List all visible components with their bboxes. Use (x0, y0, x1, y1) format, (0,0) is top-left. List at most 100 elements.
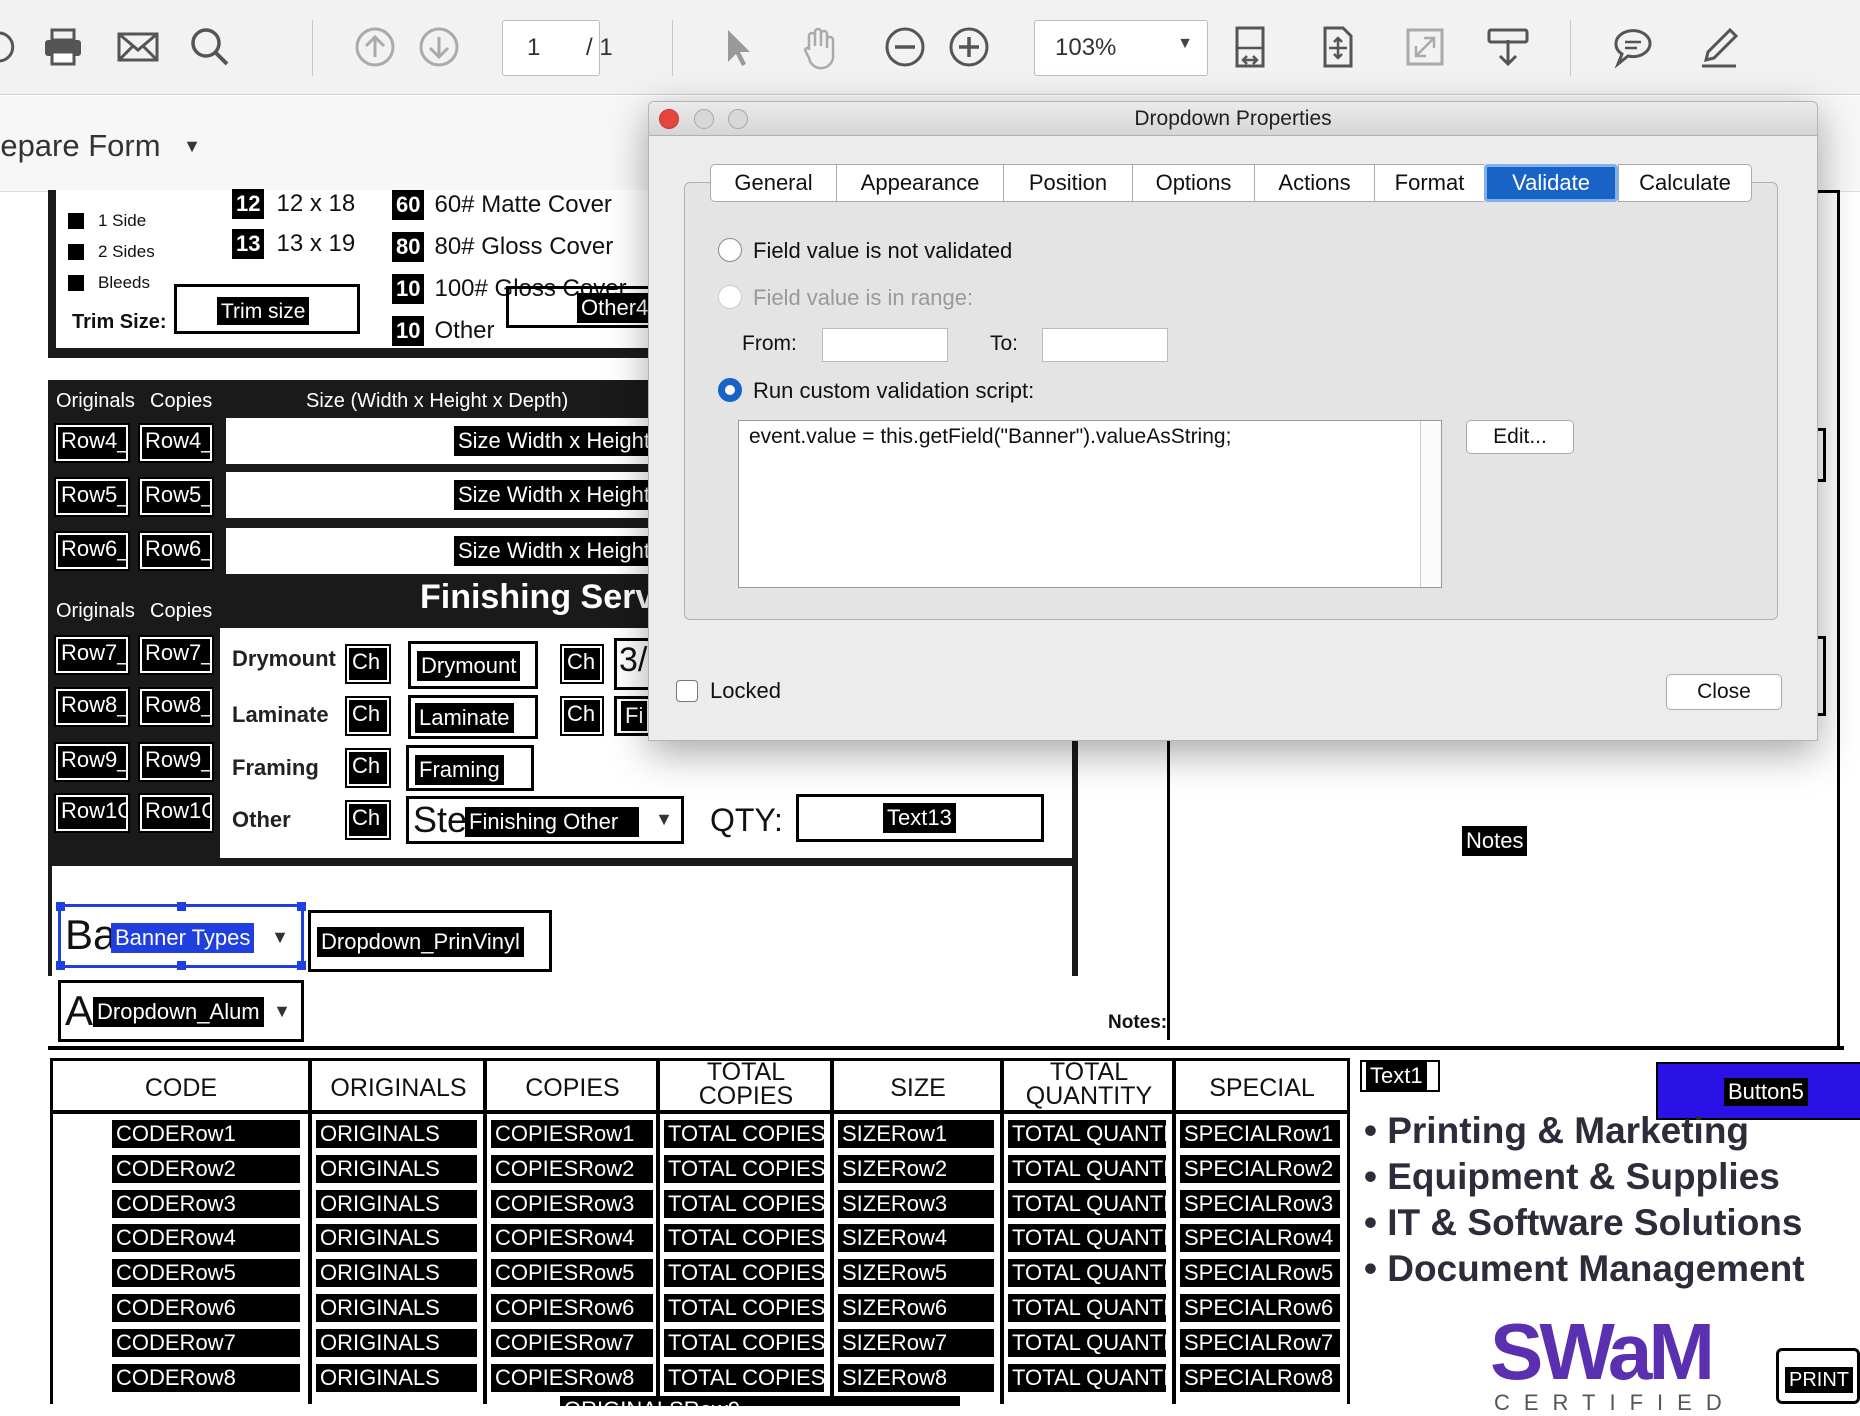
qty-field[interactable]: Text13 (883, 803, 956, 833)
laminate-field[interactable]: Laminate (415, 703, 514, 733)
selection-handle[interactable] (297, 961, 306, 970)
text1-box[interactable]: Text1 (1360, 1060, 1440, 1092)
table-cell[interactable]: TOTAL QUANTI (1008, 1224, 1166, 1253)
other-paper-box[interactable]: Other4 (506, 286, 653, 328)
table-cell[interactable]: SPECIALRow1 (1180, 1120, 1340, 1148)
finishing-other-dropdown[interactable]: Ste Finishing Other ▼ (406, 796, 684, 844)
row10-originals[interactable]: Row1C (54, 793, 130, 833)
other-finishing-checkbox[interactable]: Ch (345, 800, 391, 840)
row10-copies[interactable]: Row1C (138, 793, 214, 833)
table-cell[interactable]: ORIGINALS (316, 1120, 477, 1148)
zoom-in-icon[interactable] (944, 22, 994, 72)
table-cell[interactable]: CODERow1 (112, 1120, 300, 1148)
table-cell[interactable]: CODERow4 (112, 1224, 300, 1253)
table-cell[interactable]: ORIGINALS (316, 1294, 477, 1322)
table-cell[interactable]: SIZERow1 (838, 1120, 994, 1148)
finishing-other-field[interactable]: Finishing Other (465, 807, 639, 837)
table-cell[interactable]: CODERow3 (112, 1189, 300, 1218)
edit-button[interactable]: Edit... (1466, 420, 1574, 454)
row4-originals[interactable]: Row4_ (54, 423, 130, 463)
laminate-dropdown[interactable]: Laminate (408, 695, 538, 739)
one-side-checkbox[interactable] (68, 212, 84, 229)
table-cell[interactable]: SPECIALRow2 (1180, 1154, 1340, 1183)
row4-size-field[interactable]: Size Width x Height (454, 426, 654, 456)
locked-checkbox[interactable] (676, 680, 698, 702)
zoom-select[interactable]: 103% ▼ (1034, 20, 1208, 76)
table-cell[interactable]: SIZERow3 (838, 1189, 994, 1218)
framing-field[interactable]: Framing (415, 755, 504, 785)
mail-icon[interactable] (113, 22, 163, 72)
page-up-icon[interactable] (350, 22, 400, 72)
full-screen-icon[interactable] (1400, 22, 1450, 72)
tab-actions[interactable]: Actions (1254, 164, 1374, 202)
table-cell[interactable]: COPIESRow6 (491, 1294, 653, 1322)
two-sides-checkbox[interactable] (68, 243, 84, 260)
comment-icon[interactable] (1608, 22, 1658, 72)
print-icon[interactable] (38, 22, 88, 72)
drymount-checkbox[interactable]: Ch (345, 644, 391, 684)
selection-handle[interactable] (177, 902, 186, 911)
selection-handle[interactable] (56, 902, 65, 911)
notes-field[interactable]: Notes (1462, 826, 1528, 856)
print-button[interactable]: PRINT (1776, 1348, 1860, 1404)
table-cell[interactable]: SPECIALRow3 (1180, 1189, 1340, 1218)
table-cell[interactable]: SPECIALRow5 (1180, 1259, 1340, 1288)
script-textarea[interactable]: event.value = this.getField("Banner").va… (738, 420, 1442, 588)
banner-types-dropdown[interactable]: Ba Banner Types ▼ (56, 902, 306, 970)
table-cell[interactable]: SPECIALRow7 (1180, 1328, 1340, 1357)
table-cell[interactable]: SIZERow6 (838, 1294, 994, 1322)
selection-handle[interactable] (56, 961, 65, 970)
framing-checkbox[interactable]: Ch (345, 748, 391, 788)
trim-size-field[interactable]: Trim size (217, 297, 310, 325)
pen-icon[interactable] (1694, 22, 1744, 72)
row6-size-box[interactable]: Size Width x Height (226, 528, 656, 574)
framing-dropdown[interactable]: Framing (406, 745, 534, 791)
table-cell[interactable]: TOTAL QUANTI (1008, 1294, 1166, 1322)
row6-originals[interactable]: Row6_ (54, 531, 130, 571)
table-cell[interactable]: SIZERow7 (838, 1328, 994, 1357)
extra-checkbox[interactable]: Ch (560, 696, 604, 736)
row5-copies[interactable]: Row5_ (138, 477, 214, 517)
table-cell[interactable]: TOTAL QUANTI (1008, 1328, 1166, 1357)
table-cell[interactable]: ORIGINALS (316, 1259, 477, 1288)
table-cell[interactable]: COPIESRow1 (491, 1120, 653, 1148)
table-cell[interactable]: ORIGINALS (316, 1154, 477, 1183)
table-cell[interactable]: SPECIALRow6 (1180, 1294, 1340, 1322)
table-cell[interactable]: CODERow8 (112, 1363, 300, 1392)
row7-copies[interactable]: Row7_ (138, 635, 214, 675)
table-cell[interactable]: TOTAL COPIES (664, 1120, 824, 1148)
table-cell[interactable]: TOTAL COPIES (664, 1363, 824, 1392)
fit-page-icon[interactable] (1225, 22, 1275, 72)
laminate-checkbox[interactable]: Ch (345, 696, 391, 736)
row9-copies[interactable]: Row9_ (138, 742, 214, 782)
table-cell[interactable]: COPIESRow4 (491, 1224, 653, 1253)
table-cell[interactable]: TOTAL COPIES (664, 1189, 824, 1218)
select-arrow-icon[interactable] (712, 22, 762, 72)
table-cell[interactable]: COPIESRow7 (491, 1328, 653, 1357)
row5-size-field[interactable]: Size Width x Height (454, 480, 654, 510)
table-cell-partial[interactable]: ORIGINALSRow9 (560, 1396, 960, 1406)
qty-box[interactable]: Text13 (796, 794, 1044, 842)
row4-copies[interactable]: Row4_ (138, 423, 214, 463)
in-range-radio[interactable] (718, 285, 742, 309)
to-input[interactable] (1042, 328, 1168, 362)
table-cell[interactable]: TOTAL COPIES (664, 1259, 824, 1288)
page-down-icon[interactable] (414, 22, 464, 72)
alum-dropdown[interactable]: A Dropdown_Alum ▼ (58, 980, 304, 1042)
other-paper-field[interactable]: Other4 (577, 293, 653, 323)
bleeds-checkbox[interactable] (68, 274, 84, 291)
fit-width-icon[interactable] (1313, 22, 1363, 72)
extra-field[interactable]: Fi (621, 701, 648, 731)
table-cell[interactable]: SIZERow2 (838, 1154, 994, 1183)
table-cell[interactable]: COPIESRow8 (491, 1363, 653, 1392)
row8-originals[interactable]: Row8_ (54, 687, 130, 727)
textarea-scrollbar[interactable] (1420, 421, 1441, 587)
table-cell[interactable]: ORIGINALS (316, 1328, 477, 1357)
table-cell[interactable]: COPIESRow5 (491, 1259, 653, 1288)
undo-icon[interactable] (0, 22, 30, 72)
prepare-form-label[interactable]: repare Form ▼ (0, 128, 201, 164)
table-cell[interactable]: TOTAL QUANTI (1008, 1120, 1166, 1148)
table-cell[interactable]: TOTAL QUANTI (1008, 1189, 1166, 1218)
dialog-titlebar[interactable]: Dropdown Properties (649, 102, 1817, 136)
trim-size-box[interactable]: Trim size (174, 284, 360, 334)
